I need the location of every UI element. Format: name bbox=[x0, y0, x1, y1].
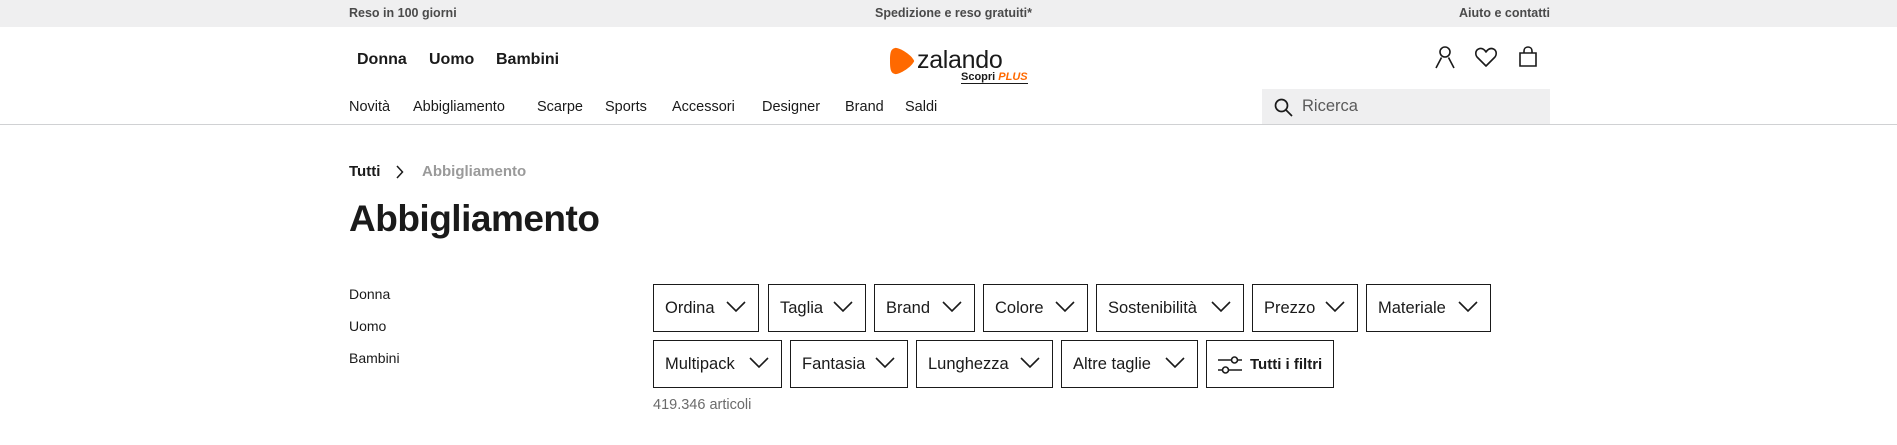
filter-altre-taglie[interactable]: Altre taglie bbox=[1061, 340, 1198, 388]
page-title: Abbigliamento bbox=[349, 198, 600, 239]
chevron-down-icon bbox=[1325, 301, 1345, 313]
filter-brand[interactable]: Brand bbox=[874, 284, 975, 332]
all-filters-button[interactable]: Tutti i filtri bbox=[1206, 340, 1334, 388]
gender-tab-bambini[interactable]: Bambini bbox=[496, 51, 559, 69]
breadcrumb: Tutti Abbigliamento bbox=[349, 163, 526, 180]
bag-icon[interactable] bbox=[1515, 44, 1541, 70]
chevron-down-icon bbox=[1165, 357, 1185, 369]
filter-fantasia[interactable]: Fantasia bbox=[790, 340, 908, 388]
filter-label: Colore bbox=[995, 298, 1044, 317]
search-box[interactable] bbox=[1262, 89, 1550, 124]
zalando-play-icon bbox=[890, 47, 915, 75]
heart-icon[interactable] bbox=[1473, 44, 1499, 70]
filter-sliders-icon bbox=[1218, 356, 1242, 374]
chevron-down-icon bbox=[942, 301, 962, 313]
filter-sostenibilita[interactable]: Sostenibilità bbox=[1096, 284, 1244, 332]
search-input[interactable] bbox=[1302, 89, 1542, 124]
filter-label: Lunghezza bbox=[928, 354, 1009, 373]
sidebar-item-donna[interactable]: Donna bbox=[349, 286, 390, 302]
sidebar-item-uomo[interactable]: Uomo bbox=[349, 318, 386, 334]
user-icon[interactable] bbox=[1432, 44, 1458, 70]
filter-label: Taglia bbox=[780, 298, 824, 317]
filter-multipack[interactable]: Multipack bbox=[653, 340, 782, 388]
filter-label: Prezzo bbox=[1264, 298, 1316, 317]
filter-prezzo[interactable]: Prezzo bbox=[1252, 284, 1358, 332]
logo-plus-text: PLUS bbox=[998, 71, 1028, 83]
category-sports[interactable]: Sports bbox=[605, 99, 647, 115]
category-scarpe[interactable]: Scarpe bbox=[537, 99, 583, 115]
category-abbigliamento[interactable]: Abbigliamento bbox=[413, 99, 505, 115]
chevron-down-icon bbox=[1458, 301, 1478, 313]
filter-label: Altre taglie bbox=[1073, 354, 1151, 373]
filter-colore[interactable]: Colore bbox=[983, 284, 1088, 332]
chevron-down-icon bbox=[1055, 301, 1075, 313]
filter-taglia[interactable]: Taglia bbox=[768, 284, 866, 332]
zalando-logo[interactable]: zalando Scopri PLUS bbox=[889, 42, 1029, 87]
filter-label: Multipack bbox=[665, 354, 735, 373]
chevron-down-icon bbox=[1020, 357, 1040, 369]
gender-tab-uomo[interactable]: Uomo bbox=[429, 51, 474, 69]
search-icon bbox=[1274, 98, 1293, 117]
category-novita[interactable]: Novità bbox=[349, 99, 390, 115]
site-header: Donna Uomo Bambini zalando Scopri PLUS N… bbox=[0, 27, 1897, 125]
filter-label: Sostenibilità bbox=[1108, 298, 1197, 317]
breadcrumb-current: Abbigliamento bbox=[422, 163, 527, 180]
filter-label: Ordina bbox=[665, 298, 715, 317]
chevron-down-icon bbox=[1211, 301, 1231, 313]
chevron-down-icon bbox=[749, 357, 769, 369]
chevron-right-icon bbox=[396, 165, 404, 179]
category-accessori[interactable]: Accessori bbox=[672, 99, 735, 115]
category-designer[interactable]: Designer bbox=[762, 99, 820, 115]
logo-scopri-plus: Scopri PLUS bbox=[961, 72, 1028, 84]
chevron-down-icon bbox=[875, 357, 895, 369]
chevron-down-icon bbox=[726, 301, 746, 313]
category-saldi[interactable]: Saldi bbox=[905, 99, 937, 115]
filter-label: Fantasia bbox=[802, 354, 866, 373]
filter-lunghezza[interactable]: Lunghezza bbox=[916, 340, 1053, 388]
returns-info-link[interactable]: Reso in 100 giorni bbox=[349, 6, 457, 20]
results-count: 419.346 articoli bbox=[653, 397, 752, 413]
filter-materiale[interactable]: Materiale bbox=[1366, 284, 1491, 332]
shipping-info-link[interactable]: Spedizione e reso gratuiti* bbox=[875, 6, 1032, 20]
category-brand[interactable]: Brand bbox=[845, 99, 884, 115]
filter-label: Brand bbox=[886, 298, 931, 317]
all-filters-label: Tutti i filtri bbox=[1250, 355, 1323, 373]
help-contact-link[interactable]: Aiuto e contatti bbox=[1459, 6, 1550, 20]
breadcrumb-root-link[interactable]: Tutti bbox=[349, 163, 380, 180]
filter-label: Materiale bbox=[1378, 298, 1446, 317]
logo-scopri-text: Scopri bbox=[961, 71, 999, 83]
filter-ordina[interactable]: Ordina bbox=[653, 284, 759, 332]
chevron-down-icon bbox=[833, 301, 853, 313]
sidebar-item-bambini[interactable]: Bambini bbox=[349, 350, 400, 366]
gender-tab-donna[interactable]: Donna bbox=[357, 51, 407, 69]
top-utility-bar: Reso in 100 giorni Spedizione e reso gra… bbox=[0, 0, 1897, 27]
